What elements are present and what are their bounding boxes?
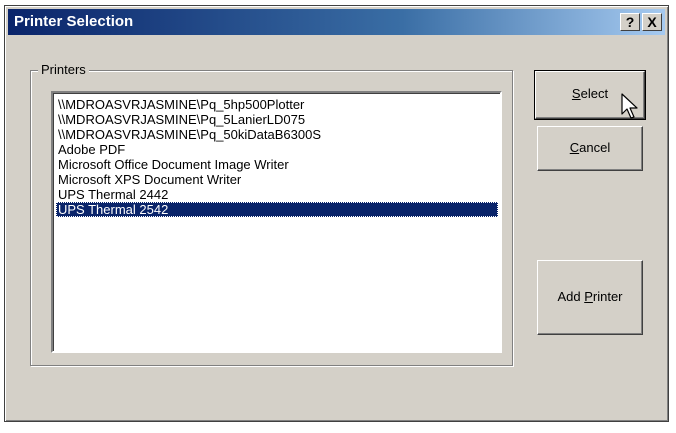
printer-list-item-selected[interactable]: UPS Thermal 2542	[56, 202, 498, 217]
title-bar[interactable]: Printer Selection ? X	[8, 9, 665, 35]
cancel-label: ancel	[579, 140, 611, 155]
printer-list-item[interactable]: Adobe PDF	[56, 142, 498, 157]
cancel-accel-key: C	[569, 140, 580, 155]
printers-group-label: Printers	[38, 62, 89, 77]
add-printer-button[interactable]: Add Printer	[537, 260, 643, 335]
printer-list-item[interactable]: Microsoft XPS Document Writer	[56, 172, 498, 187]
printer-list-item[interactable]: UPS Thermal 2442	[56, 187, 498, 202]
dialog-title: Printer Selection	[14, 13, 134, 30]
close-button[interactable]: X	[642, 13, 662, 31]
select-label: elect	[580, 86, 609, 101]
cancel-button[interactable]: Cancel	[537, 126, 643, 171]
printer-list-item[interactable]: \\MDROASVRJASMINE\Pq_5LanierLD075	[56, 112, 498, 127]
arrow-pointer-icon	[621, 93, 638, 119]
printer-list-item[interactable]: \\MDROASVRJASMINE\Pq_5hp500Plotter	[56, 97, 498, 112]
add-printer-label: rinter	[592, 289, 623, 304]
help-button[interactable]: ?	[620, 13, 640, 31]
printer-list-item[interactable]: Microsoft Office Document Image Writer	[56, 157, 498, 172]
add-printer-label-pre: Add	[557, 289, 585, 304]
add-printer-accel-key: P	[584, 289, 593, 304]
select-accel-key: S	[571, 86, 581, 101]
printer-list-item[interactable]: \\MDROASVRJASMINE\Pq_50kiDataB6300S	[56, 127, 498, 142]
printer-list[interactable]: \\MDROASVRJASMINE\Pq_5hp500Plotter \\MDR…	[51, 91, 502, 353]
